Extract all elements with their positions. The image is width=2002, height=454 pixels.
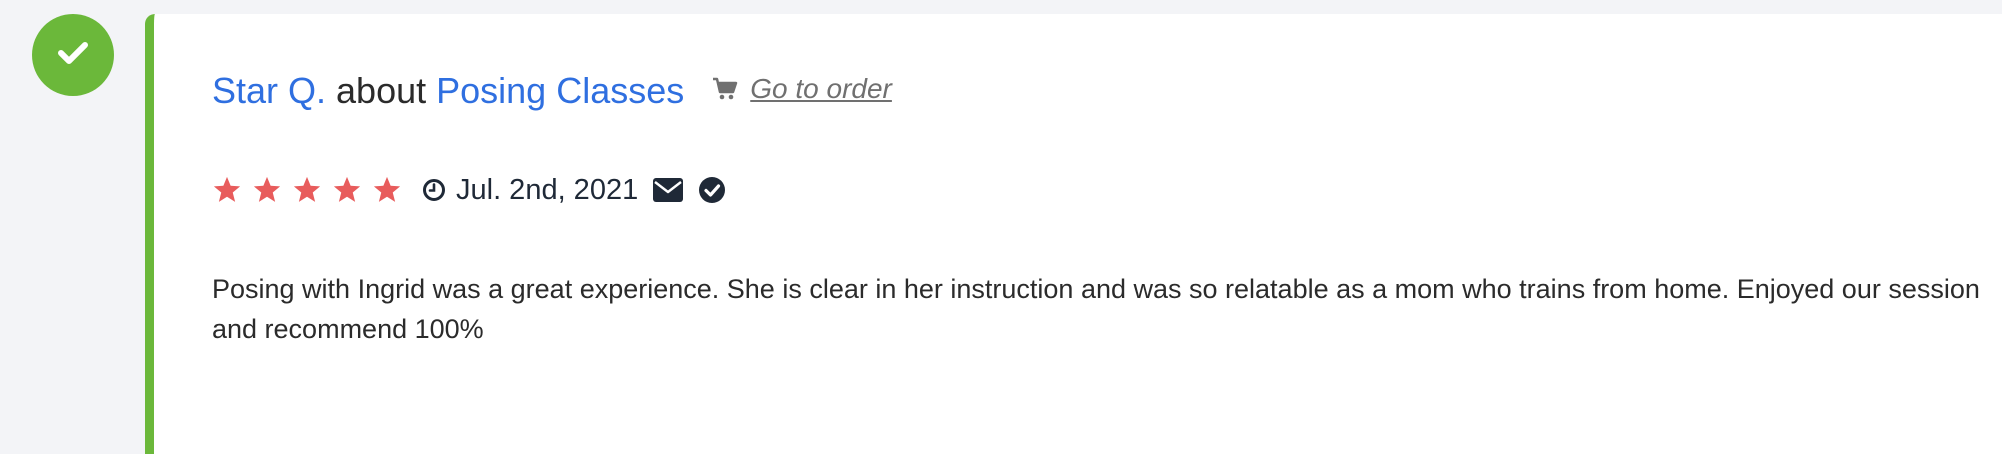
star-icon — [252, 175, 282, 205]
star-icon — [332, 175, 362, 205]
author-link[interactable]: Star Q. — [212, 69, 326, 113]
about-label: about — [336, 70, 427, 111]
cart-icon — [712, 77, 738, 101]
review-text: Posing with Ingrid was a great experienc… — [212, 274, 1980, 344]
review-title: Star Q. about Posing Classes Go to order — [212, 69, 892, 113]
date-text: Jul. 2nd, 2021 — [456, 173, 639, 206]
check-icon — [58, 41, 88, 70]
star-rating — [212, 175, 412, 205]
envelope-icon[interactable] — [652, 177, 684, 203]
star-icon — [292, 175, 322, 205]
clock-icon — [422, 178, 446, 202]
product-link[interactable]: Posing Classes — [436, 69, 684, 113]
review-meta: Jul. 2nd, 2021 — [212, 170, 726, 210]
review-card: Star Q. about Posing Classes Go to order — [145, 14, 2002, 454]
check-circle-icon — [698, 176, 726, 204]
go-to-order-label: Go to order — [750, 73, 892, 104]
star-icon — [212, 175, 242, 205]
star-icon — [372, 175, 402, 205]
go-to-order-link[interactable]: Go to order — [712, 67, 892, 111]
review-date: Jul. 2nd, 2021 — [422, 174, 638, 207]
status-badge — [32, 14, 114, 96]
